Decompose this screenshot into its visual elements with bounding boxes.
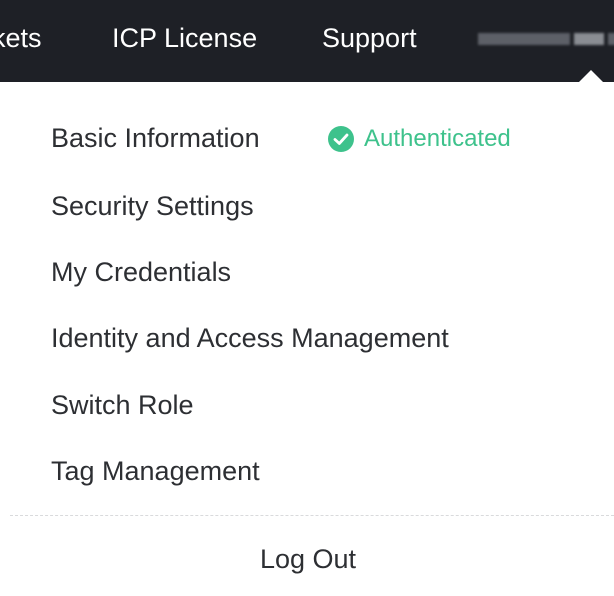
auth-status-text: Authenticated [364, 125, 511, 152]
menu-item-switch-role[interactable]: Switch Role [51, 385, 194, 425]
redacted-block [478, 33, 570, 45]
menu-item-security-settings[interactable]: Security Settings [51, 186, 254, 226]
redacted-block [608, 33, 614, 45]
logout-label: Log Out [259, 544, 357, 574]
menu-item-basic-information[interactable]: Basic Information [51, 118, 260, 158]
redacted-block [574, 33, 604, 45]
nav-support[interactable]: Support [322, 18, 417, 58]
authenticated-badge: Authenticated [327, 125, 511, 153]
account-name-redacted[interactable] [478, 33, 614, 45]
menu-item-tag-management[interactable]: Tag Management [51, 451, 260, 491]
account-dropdown-page: kets ICP License Support Basic Informati… [0, 0, 614, 596]
account-dropdown-menu: Basic Information Authenticated Security… [0, 82, 614, 596]
logout-button[interactable]: Log Out [0, 537, 614, 581]
nav-icp-license[interactable]: ICP License [112, 18, 257, 58]
dropdown-caret-icon [578, 70, 604, 83]
check-circle-icon [328, 126, 354, 152]
menu-item-identity-access-management[interactable]: Identity and Access Management [51, 318, 449, 358]
menu-divider [10, 515, 614, 516]
menu-item-my-credentials[interactable]: My Credentials [51, 252, 231, 292]
nav-tickets[interactable]: kets [0, 18, 42, 58]
top-navigation-bar: kets ICP License Support [0, 0, 614, 82]
